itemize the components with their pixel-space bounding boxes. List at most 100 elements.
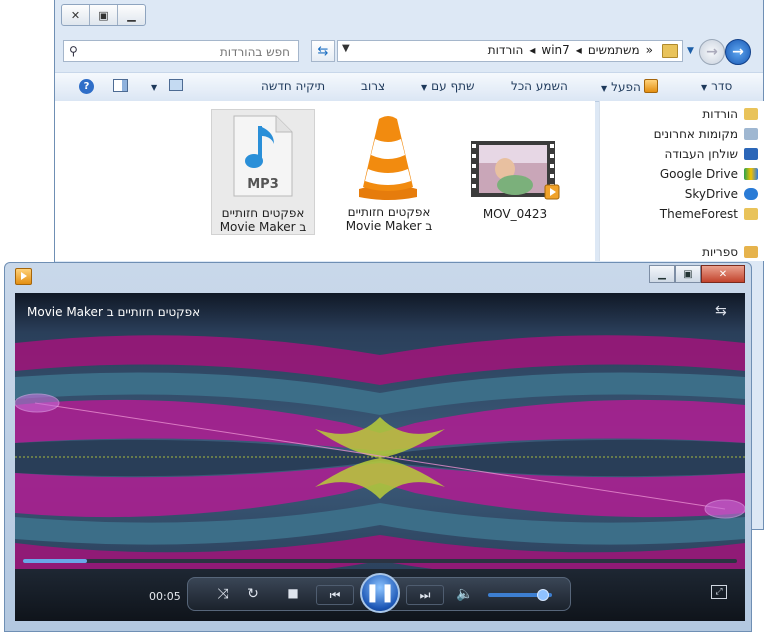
play-icon xyxy=(643,79,658,93)
recent-places-icon xyxy=(744,128,758,140)
nav-item-label: שולחן העבודה xyxy=(664,147,738,161)
nav-item-downloads[interactable]: הורדות xyxy=(702,105,758,123)
forward-button[interactable]: → xyxy=(699,39,725,65)
nav-item-desktop[interactable]: שולחן העבודה xyxy=(665,145,758,163)
recent-pages-icon[interactable]: ▼ xyxy=(687,46,694,56)
previous-icon[interactable]: ⏮ xyxy=(316,585,354,605)
nav-item-google-drive[interactable]: Google Drive xyxy=(660,165,758,183)
folder-icon xyxy=(662,44,678,58)
seek-progress xyxy=(23,559,88,563)
window-caption-buttons: ✕ ▣ ▁ xyxy=(61,4,146,26)
change-view-icon[interactable] xyxy=(169,79,183,91)
burn-button[interactable]: צרוב xyxy=(361,79,385,93)
volume-slider-thumb[interactable] xyxy=(537,589,550,601)
switch-to-library-icon[interactable]: ⇆ xyxy=(715,303,733,319)
address-bar[interactable]: ▼ « משתמשים ◂ win7 ◂ הורדות xyxy=(337,40,683,62)
breadcrumb-separator-icon: ◂ xyxy=(529,43,536,57)
breadcrumb-win7[interactable]: win7 xyxy=(541,43,569,57)
play-all-button[interactable]: השמע הכל xyxy=(511,79,568,93)
next-icon[interactable]: ⏭ xyxy=(406,585,444,605)
arrow-right-icon: → xyxy=(706,44,718,60)
nav-item-libraries[interactable]: ספריות xyxy=(702,243,758,261)
breadcrumb-users[interactable]: משתמשים xyxy=(588,43,640,57)
file-item-mp3[interactable]: MP3 אפקטים חזותיים Movie Maker ב xyxy=(211,109,315,235)
player-title-bar[interactable]: ▁ ▣ ✕ xyxy=(5,263,751,289)
file-name: MOV_0423 xyxy=(463,207,567,221)
mp3-icon-label: MP3 xyxy=(247,177,279,192)
nav-item-skydrive[interactable]: SkyDrive xyxy=(685,185,758,203)
file-name-line2: Movie Maker ב xyxy=(345,219,433,233)
libraries-icon xyxy=(744,246,758,258)
media-player-icon xyxy=(15,268,32,285)
play-button[interactable]: הפעל▼ xyxy=(601,79,658,94)
shuffle-icon[interactable]: ⤨ xyxy=(212,586,234,602)
file-item-video[interactable]: MOV_0423 xyxy=(463,109,567,235)
breadcrumb-overflow[interactable]: « xyxy=(646,43,653,57)
preview-pane-icon[interactable] xyxy=(113,79,128,92)
media-player-window: ▁ ▣ ✕ אפקטים חזותיים ב Movie Maker ⇆ 00:… xyxy=(4,262,752,632)
player-caption-buttons: ▁ ▣ ✕ xyxy=(649,265,745,283)
vlc-cone-icon xyxy=(359,116,417,200)
transport-controls: ⤨ ↻ ■ ⏮ ❚❚ ⏭ 🔈 xyxy=(187,573,571,613)
organize-button[interactable]: סדר▼ xyxy=(701,79,732,93)
nav-item-recent-places[interactable]: מקומות אחרונים xyxy=(654,125,758,143)
close-icon[interactable]: ✕ xyxy=(62,5,90,25)
back-button[interactable]: → xyxy=(725,39,751,65)
file-name: אפקטים חזותיים Movie Maker ב xyxy=(337,205,441,233)
volume-slider[interactable] xyxy=(488,589,552,601)
nav-item-label: מקומות אחרונים xyxy=(653,127,738,141)
breadcrumb: « משתמשים ◂ win7 ◂ הורדות xyxy=(485,43,656,57)
volume-icon[interactable]: 🔈 xyxy=(454,586,476,602)
google-drive-icon xyxy=(744,168,758,180)
fullscreen-icon[interactable]: ⤢ xyxy=(711,585,727,599)
refresh-button[interactable]: ⇆ xyxy=(311,40,335,62)
file-name: אפקטים חזותיים Movie Maker ב xyxy=(212,206,314,234)
elapsed-time: 00:05 xyxy=(149,590,181,603)
desktop-icon xyxy=(744,148,758,160)
refresh-icon: ⇆ xyxy=(317,43,329,59)
search-icon: ⚲ xyxy=(69,44,78,58)
chevron-down-icon[interactable]: ▼ xyxy=(342,43,350,54)
arrow-left-icon: → xyxy=(732,44,744,60)
chevron-down-icon: ▼ xyxy=(421,83,428,92)
close-icon[interactable]: ✕ xyxy=(701,265,745,283)
address-row: ⚲ ⇆ ▼ « משתמשים ◂ win7 ◂ הורדות ▼ → → xyxy=(55,38,763,66)
video-thumbnail-icon xyxy=(471,141,560,200)
navigation-buttons: ▼ → → xyxy=(687,38,757,66)
help-icon[interactable]: ? xyxy=(79,79,94,94)
search-box[interactable]: ⚲ xyxy=(63,40,299,62)
pause-button[interactable]: ❚❚ xyxy=(360,573,400,613)
file-name-line1: אפקטים חזותיים xyxy=(221,206,305,220)
repeat-icon[interactable]: ↻ xyxy=(242,586,264,602)
command-bar: ? ▼ תיקיה חדשה צרוב שתף עם▼ השמע הכל הפע… xyxy=(55,72,763,102)
now-playing-title: אפקטים חזותיים ב Movie Maker xyxy=(27,305,201,319)
chevron-down-icon: ▼ xyxy=(601,84,608,93)
maximize-icon[interactable]: ▣ xyxy=(90,5,118,25)
chevron-down-icon: ▼ xyxy=(701,83,708,92)
mp3-file-icon: MP3 xyxy=(233,115,293,197)
navigation-pane: הורדות מקומות אחרונים שולחן העבודה Googl… xyxy=(599,101,764,261)
seek-bar[interactable] xyxy=(23,559,737,563)
nav-item-label: ספריות xyxy=(702,245,738,259)
new-folder-button[interactable]: תיקיה חדשה xyxy=(261,79,325,93)
file-list: MP3 אפקטים חזותיים Movie Maker ב אפקטים … xyxy=(55,101,595,261)
nav-item-label: Google Drive xyxy=(659,167,738,181)
breadcrumb-downloads[interactable]: הורדות xyxy=(488,43,524,57)
file-name-line1: אפקטים חזותיים xyxy=(347,205,431,219)
file-name-line1: MOV_0423 xyxy=(482,207,548,221)
nav-item-themeforest[interactable]: ThemeForest xyxy=(660,205,758,223)
chevron-down-icon[interactable]: ▼ xyxy=(151,83,157,92)
nav-item-label: ThemeForest xyxy=(659,207,738,221)
player-controls: 00:05 ⤨ ↻ ■ ⏮ ❚❚ ⏭ 🔈 ⤢ xyxy=(15,569,745,621)
video-area[interactable]: אפקטים חזותיים ב Movie Maker ⇆ 00:05 ⤨ ↻… xyxy=(15,293,745,621)
share-with-button[interactable]: שתף עם▼ xyxy=(421,79,475,93)
stop-icon[interactable]: ■ xyxy=(282,586,304,600)
minimize-icon[interactable]: ▁ xyxy=(118,5,145,25)
skydrive-cloud-icon xyxy=(744,188,758,200)
search-input[interactable] xyxy=(88,43,292,61)
maximize-icon[interactable]: ▣ xyxy=(675,265,701,283)
minimize-icon[interactable]: ▁ xyxy=(649,265,675,283)
play-label: הפעל xyxy=(611,80,641,94)
file-item-vlc[interactable]: אפקטים חזותיים Movie Maker ב xyxy=(337,109,441,235)
nav-item-label: SkyDrive xyxy=(684,187,738,201)
